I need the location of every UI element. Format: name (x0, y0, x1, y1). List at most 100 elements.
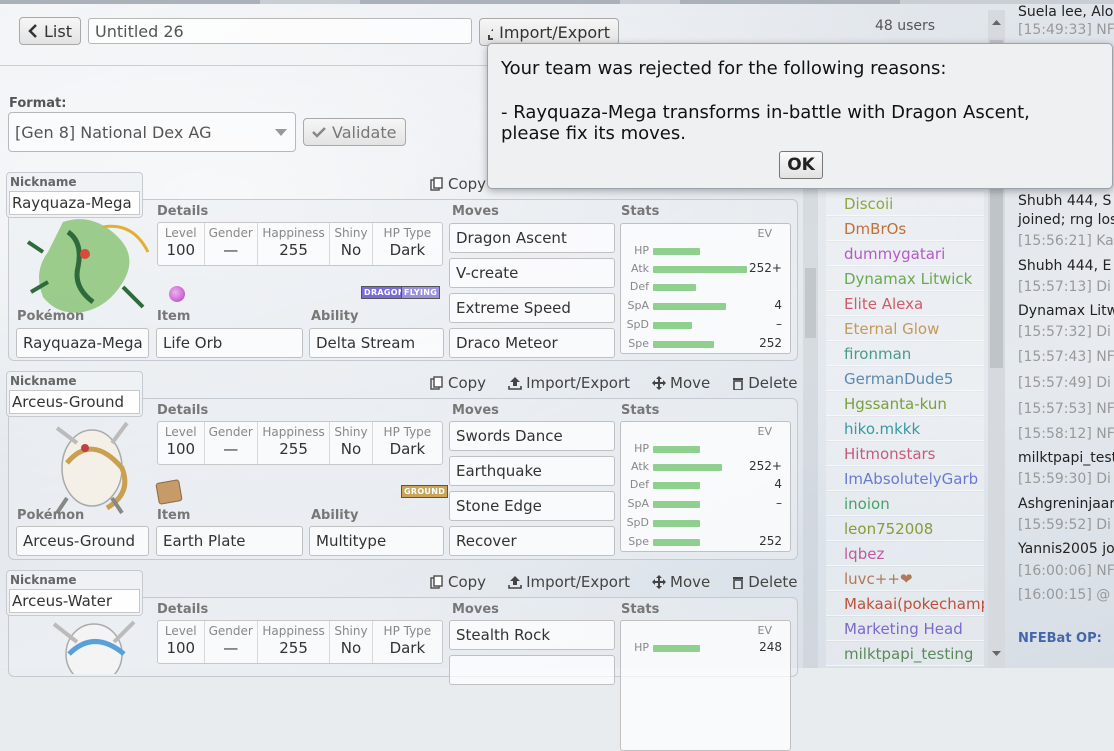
team-name-input[interactable]: Untitled 26 (88, 18, 472, 44)
dropdown-arrow-icon (275, 129, 287, 136)
scroll-up-icon[interactable] (988, 16, 1005, 28)
details-box[interactable]: Level 100 Gender — Happiness 255 Shiny No HP… (157, 620, 443, 664)
stat-bar (653, 266, 747, 273)
stat-name: Atk (630, 262, 649, 275)
format-select[interactable]: [Gen 8] National Dex AG (8, 112, 296, 152)
move-button[interactable]: Move (652, 374, 710, 392)
stat-row: HP (621, 442, 792, 458)
ability-label: Ability (311, 309, 359, 324)
delete-button[interactable]: Delete (732, 573, 798, 591)
move-4-field[interactable]: Draco Meteor (449, 328, 615, 358)
move-1-field[interactable]: Swords Dance (449, 421, 615, 451)
import-export-set-button[interactable]: Import/Export (508, 573, 630, 591)
scroll-down-icon[interactable] (988, 648, 1005, 660)
stat-name: HP (634, 442, 649, 455)
validate-button[interactable]: Validate (303, 118, 406, 146)
user-list-item[interactable]: lqbez (826, 542, 984, 566)
level-label: Level (164, 226, 197, 240)
move-button[interactable]: Move (652, 573, 710, 591)
list-button-label: List (44, 21, 72, 41)
user-list-item[interactable]: ImAbsolutelyGarb (826, 467, 984, 491)
move-2-field[interactable]: Earthquake (449, 456, 615, 486)
dialog-message-line-1: Your team was rejected for the following… (501, 58, 947, 79)
details-box[interactable]: Level 100 Gender — Happiness 255 Shiny No HP… (157, 222, 443, 266)
stat-bar (653, 464, 722, 471)
user-list-item[interactable]: milktpapi_testing (826, 642, 984, 666)
user-list-item[interactable]: Marketing Head (826, 617, 984, 641)
stat-row: SpD – (621, 317, 792, 334)
stat-row: Spe 252 (621, 336, 792, 353)
chat-timestamp-line: [15:58:12] NF (1018, 426, 1114, 442)
ability-field[interactable]: Delta Stream (309, 328, 444, 358)
nickname-label: Nickname (10, 573, 77, 587)
move-label: Move (670, 573, 711, 591)
stat-bar (653, 322, 692, 329)
user-list-item[interactable]: DmBrOs (826, 217, 984, 241)
move-4-field[interactable]: Recover (449, 526, 615, 556)
nickname-input[interactable]: Rayquaza-Mega (9, 191, 140, 215)
user-list-item[interactable]: Hitmonstars (826, 442, 984, 466)
delete-button[interactable]: Delete (732, 374, 798, 392)
user-list-item[interactable]: dummygatari (826, 242, 984, 266)
ev-header: EV (757, 624, 772, 637)
user-list-item[interactable]: Discoii (826, 192, 984, 216)
type-flying-badge: FLYING (401, 286, 441, 299)
stats-box[interactable]: EV HP 248 (620, 620, 791, 751)
shiny-value: No (340, 639, 362, 657)
ability-field[interactable]: Multitype (309, 526, 444, 556)
chat-message-line: Ashgreninjaar (1018, 496, 1114, 512)
stat-bar (653, 341, 714, 348)
item-field[interactable]: Earth Plate (156, 526, 303, 556)
nickname-input[interactable]: Arceus-Ground (9, 390, 140, 414)
happiness-label: Happiness (262, 226, 325, 240)
stats-box[interactable]: EV HP Atk 252+ Def SpA 4 SpD – Spe 252 (620, 223, 791, 354)
upload-icon (488, 28, 494, 40)
stat-row: Def (621, 280, 792, 296)
user-list-item[interactable]: hiko.mkkk (826, 417, 984, 441)
stat-ev: – (776, 496, 782, 510)
user-list-item[interactable]: fironman (826, 342, 984, 366)
chat-timestamp-line: [15:57:43] NF (1018, 349, 1114, 365)
chevron-left-icon (28, 24, 37, 38)
import-export-button[interactable]: Import/Export (479, 18, 619, 46)
details-label: Details (157, 403, 209, 418)
shiny-label: Shiny (334, 226, 368, 240)
move-2-field[interactable] (449, 655, 615, 685)
details-box[interactable]: Level 100 Gender — Happiness 255 Shiny No HP… (157, 421, 443, 465)
user-list-item[interactable]: leon752008 (826, 517, 984, 541)
stat-bar (653, 284, 696, 291)
copy-button[interactable]: Copy (430, 175, 486, 193)
stats-label: Stats (621, 403, 660, 418)
copy-button[interactable]: Copy (430, 374, 486, 392)
ok-button[interactable]: OK (779, 151, 823, 179)
nickname-box: Nickname Arceus-Ground (6, 371, 143, 417)
move-1-field[interactable]: Dragon Ascent (449, 223, 615, 253)
user-list-item[interactable]: Elite Alexa (826, 292, 984, 316)
move-3-field[interactable]: Stone Edge (449, 491, 615, 521)
pokemon-field[interactable]: Arceus-Ground (16, 526, 149, 556)
copy-button[interactable]: Copy (430, 573, 486, 591)
import-export-set-button[interactable]: Import/Export (508, 374, 630, 392)
pokemon-field[interactable]: Rayquaza-Mega (16, 328, 149, 358)
chat-message-line: Suela lee, Alo (1018, 4, 1114, 20)
import-export-label: Import/Export (499, 22, 610, 42)
back-to-list-button[interactable]: List (19, 17, 81, 45)
user-list-item[interactable]: GermanDude5 (826, 367, 984, 391)
details-label: Details (157, 602, 209, 617)
details-label: Details (157, 204, 209, 219)
chat-timestamp-line: [15:59:52] Di (1018, 517, 1111, 533)
user-list-item[interactable]: Eternal Glow (826, 317, 984, 341)
user-list-item[interactable]: Hgssanta-kun (826, 392, 984, 416)
user-list-item[interactable]: Makaai(pokechamp (826, 592, 984, 616)
item-field[interactable]: Life Orb (156, 328, 303, 358)
stat-name: SpD (626, 516, 649, 529)
nickname-input[interactable]: Arceus-Water (9, 589, 140, 613)
move-3-field[interactable]: Extreme Speed (449, 293, 615, 323)
user-list-item[interactable]: Dynamax Litwick (826, 267, 984, 291)
stats-box[interactable]: EV HP Atk 252+ Def 4 SpA – SpD Spe 252 (620, 421, 791, 552)
user-list-item[interactable]: inoion (826, 492, 984, 516)
move-2-field[interactable]: V-create (449, 258, 615, 288)
user-list-item[interactable]: luvc++❤ (826, 567, 984, 591)
move-1-field[interactable]: Stealth Rock (449, 620, 615, 650)
trash-icon (733, 378, 744, 390)
